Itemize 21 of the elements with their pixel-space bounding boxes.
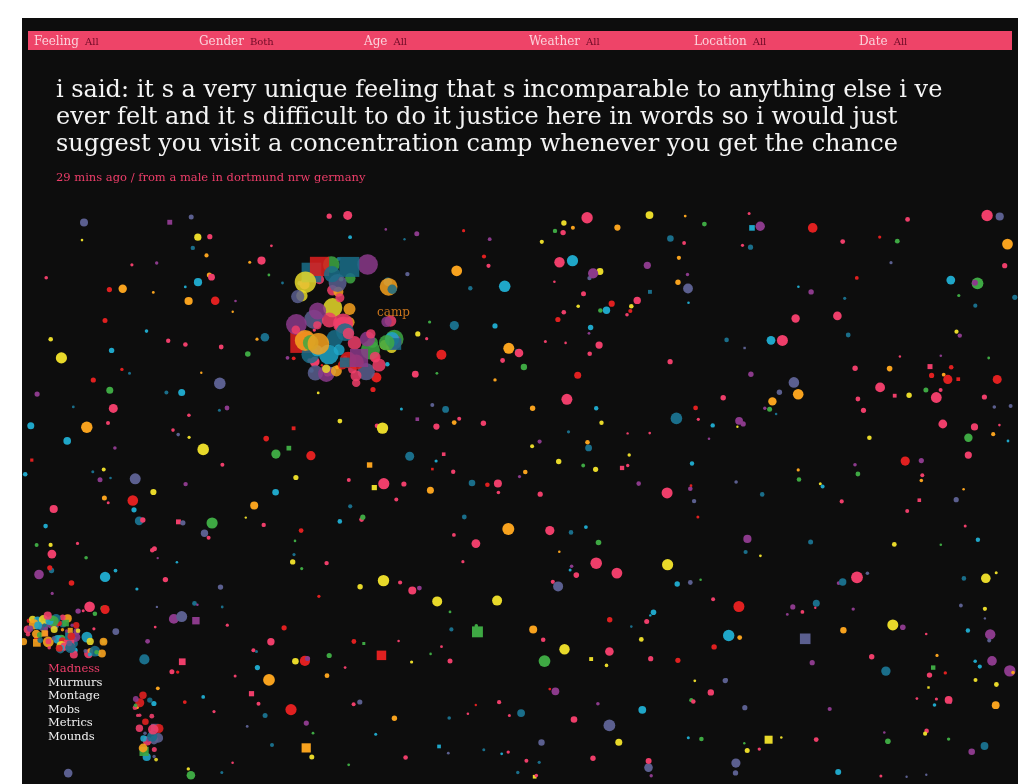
filter-value[interactable]: All [893, 33, 908, 49]
filter-value[interactable]: All [752, 33, 767, 49]
filter-value[interactable]: All [393, 33, 408, 49]
movement-menu-item[interactable]: Mounds [48, 729, 95, 743]
movement-menu-item[interactable]: Murmurs [48, 675, 103, 689]
feeling-source: 29 mins ago / from a male in dortmund nrw germany [56, 169, 367, 186]
filter-label[interactable]: Feeling [34, 31, 79, 50]
movement-menu-item[interactable]: Metrics [48, 716, 93, 730]
cluster-label: camp [377, 304, 410, 321]
filter-label[interactable]: Location [694, 31, 747, 50]
movement-menu-item[interactable]: Montage [48, 689, 100, 703]
filter-value[interactable]: All [586, 33, 600, 49]
feeling-quote: i said: it s a very unique feeling that s incomparable to anything else i ve ever felt and it s difficult to do it justice here in words so i would just suggest you visit a concentration camp whenever you get the chance [56, 76, 944, 157]
filter-label[interactable]: Age [364, 31, 388, 50]
movement-menu-item[interactable]: Mobs [48, 702, 80, 716]
filter-label[interactable]: Gender [199, 31, 244, 50]
filter-value[interactable]: All [84, 33, 99, 49]
filter-label[interactable]: Weather [529, 31, 580, 50]
movement-menu-item[interactable]: Madness [48, 662, 100, 676]
filter-value[interactable]: Both [249, 33, 274, 49]
filter-label[interactable]: Date [859, 31, 888, 50]
